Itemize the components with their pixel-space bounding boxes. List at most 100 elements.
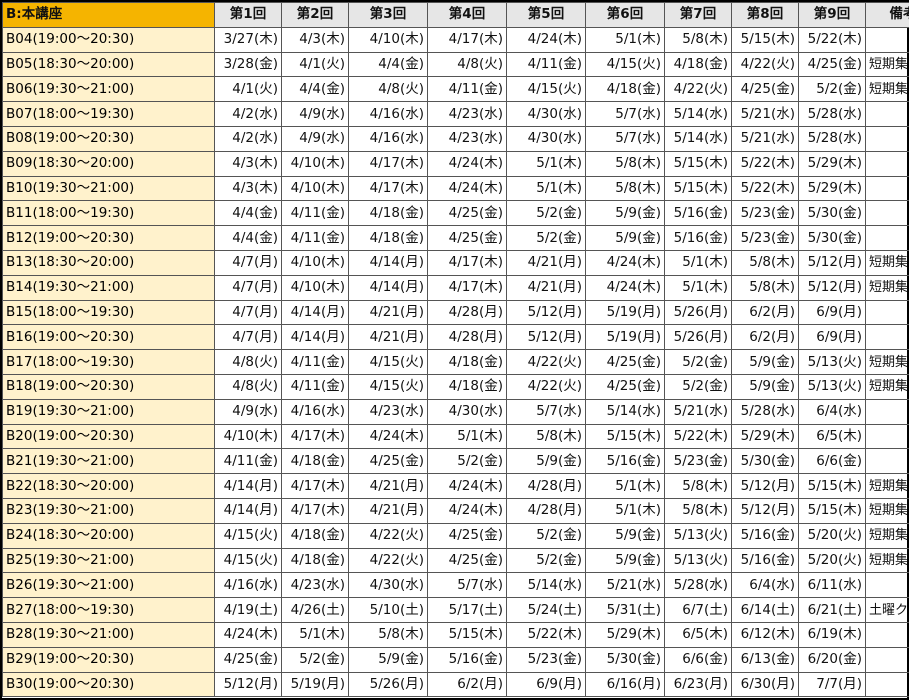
session-date-cell[interactable]: 5/15(木) [798,473,866,499]
session-date-cell[interactable]: 4/24(木) [427,175,507,202]
session-date-cell[interactable]: 5/12(月) [506,299,586,326]
session-date-cell[interactable]: 5/13(火) [798,373,866,400]
session-date-cell[interactable]: 5/1(木) [585,473,665,499]
session-date-cell[interactable]: 6/19(木) [798,621,866,648]
session-date-cell[interactable]: 5/14(水) [664,101,732,127]
note-column-header[interactable]: 備考 [865,2,909,28]
session-date-cell[interactable]: 6/23(月) [664,671,732,698]
session-date-cell[interactable]: 6/12(木) [731,621,799,648]
session-date-cell[interactable]: 4/25(金) [585,373,665,400]
note-cell[interactable] [865,572,909,599]
session-date-cell[interactable]: 6/21(土) [798,597,866,623]
session-date-cell[interactable]: 5/8(木) [664,473,732,499]
session-date-cell[interactable]: 4/17(木) [281,497,349,524]
session-date-cell[interactable]: 4/9(水) [214,398,282,425]
session-date-cell[interactable]: 5/19(月) [585,299,665,326]
session-date-cell[interactable]: 4/17(木) [281,473,349,499]
session-date-cell[interactable]: 4/22(火) [731,51,799,78]
session-date-cell[interactable]: 4/8(火) [427,51,507,78]
session-header[interactable]: 第6回 [585,2,665,28]
session-date-cell[interactable]: 4/22(火) [348,547,428,574]
course-name-cell[interactable]: B08(19:00～20:30) [2,125,215,152]
session-date-cell[interactable]: 5/26(月) [664,299,732,326]
session-date-cell[interactable]: 4/22(火) [506,349,586,375]
note-cell[interactable]: 短期集中 [865,249,909,276]
session-date-cell[interactable]: 5/31(土) [585,597,665,623]
course-name-cell[interactable]: B22(18:30～20:00) [2,473,215,499]
session-date-cell[interactable]: 4/7(月) [214,324,282,351]
session-date-cell[interactable]: 6/5(木) [798,423,866,450]
session-date-cell[interactable]: 6/2(月) [731,324,799,351]
note-cell[interactable]: 短期集中 [865,274,909,301]
session-date-cell[interactable]: 4/23(水) [427,101,507,127]
note-cell[interactable] [865,125,909,152]
session-date-cell[interactable]: 4/23(水) [348,398,428,425]
session-date-cell[interactable]: 6/20(金) [798,646,866,673]
session-date-cell[interactable]: 4/11(金) [214,448,282,475]
session-date-cell[interactable]: 4/18(金) [427,349,507,375]
session-date-cell[interactable]: 4/11(金) [281,373,349,400]
session-date-cell[interactable]: 5/9(金) [731,349,799,375]
note-cell[interactable]: 短期集中 [865,373,909,400]
session-date-cell[interactable]: 5/12(月) [214,671,282,698]
session-date-cell[interactable]: 4/15(火) [214,547,282,574]
session-date-cell[interactable]: 5/15(木) [664,150,732,177]
session-date-cell[interactable]: 4/14(月) [348,249,428,276]
session-date-cell[interactable]: 5/24(土) [506,597,586,623]
session-date-cell[interactable]: 5/15(木) [798,497,866,524]
session-date-cell[interactable]: 4/24(木) [585,274,665,301]
session-date-cell[interactable]: 5/15(木) [664,175,732,202]
session-date-cell[interactable]: 5/2(金) [506,225,586,251]
session-date-cell[interactable]: 4/17(木) [427,249,507,276]
session-date-cell[interactable]: 4/21(月) [348,473,428,499]
session-date-cell[interactable]: 5/15(木) [585,423,665,450]
session-date-cell[interactable]: 4/23(水) [427,125,507,152]
session-date-cell[interactable]: 4/18(金) [281,547,349,574]
session-date-cell[interactable]: 4/26(土) [281,597,349,623]
session-date-cell[interactable]: 4/25(金) [585,349,665,375]
course-name-cell[interactable]: B16(19:00～20:30) [2,324,215,351]
note-cell[interactable]: 短期集中 [865,497,909,524]
session-date-cell[interactable]: 4/21(月) [506,274,586,301]
session-date-cell[interactable]: 4/15(火) [214,522,282,549]
session-date-cell[interactable]: 4/25(金) [731,76,799,103]
session-date-cell[interactable]: 4/10(木) [281,274,349,301]
course-name-cell[interactable]: B25(19:30～21:00) [2,547,215,574]
session-date-cell[interactable]: 5/19(月) [585,324,665,351]
session-date-cell[interactable]: 5/28(水) [664,572,732,599]
session-date-cell[interactable]: 4/24(木) [506,26,586,53]
session-date-cell[interactable]: 5/9(金) [348,646,428,673]
note-cell[interactable]: 短期集中 [865,349,909,375]
note-cell[interactable]: 短期集中 [865,522,909,549]
session-date-cell[interactable]: 4/8(火) [348,76,428,103]
session-date-cell[interactable]: 5/13(火) [664,547,732,574]
session-date-cell[interactable]: 4/18(金) [427,373,507,400]
session-date-cell[interactable]: 4/14(月) [214,497,282,524]
session-date-cell[interactable]: 4/22(火) [664,76,732,103]
session-date-cell[interactable]: 5/14(水) [664,125,732,152]
session-date-cell[interactable]: 4/8(火) [214,349,282,375]
session-date-cell[interactable]: 4/19(土) [214,597,282,623]
session-date-cell[interactable]: 5/1(木) [506,150,586,177]
session-date-cell[interactable]: 6/13(金) [731,646,799,673]
session-date-cell[interactable]: 5/2(金) [427,448,507,475]
course-name-cell[interactable]: B05(18:30～20:00) [2,51,215,78]
session-date-cell[interactable]: 5/9(金) [731,373,799,400]
session-date-cell[interactable]: 4/14(月) [214,473,282,499]
session-date-cell[interactable]: 4/16(水) [214,572,282,599]
session-date-cell[interactable]: 4/21(月) [348,299,428,326]
session-header[interactable]: 第3回 [348,2,428,28]
session-header[interactable]: 第8回 [731,2,799,28]
course-name-cell[interactable]: B04(19:00～20:30) [2,26,215,53]
note-cell[interactable]: 短期集中 [865,76,909,103]
course-column-header[interactable]: B:本講座 [2,2,215,28]
course-name-cell[interactable]: B10(19:30～21:00) [2,175,215,202]
session-date-cell[interactable]: 5/15(木) [731,26,799,53]
session-date-cell[interactable]: 4/7(月) [214,299,282,326]
session-date-cell[interactable]: 6/9(月) [506,671,586,698]
session-date-cell[interactable]: 4/24(木) [214,621,282,648]
session-date-cell[interactable]: 4/3(木) [214,150,282,177]
session-date-cell[interactable]: 6/6(金) [664,646,732,673]
session-date-cell[interactable]: 5/29(木) [798,175,866,202]
session-date-cell[interactable]: 4/24(木) [585,249,665,276]
